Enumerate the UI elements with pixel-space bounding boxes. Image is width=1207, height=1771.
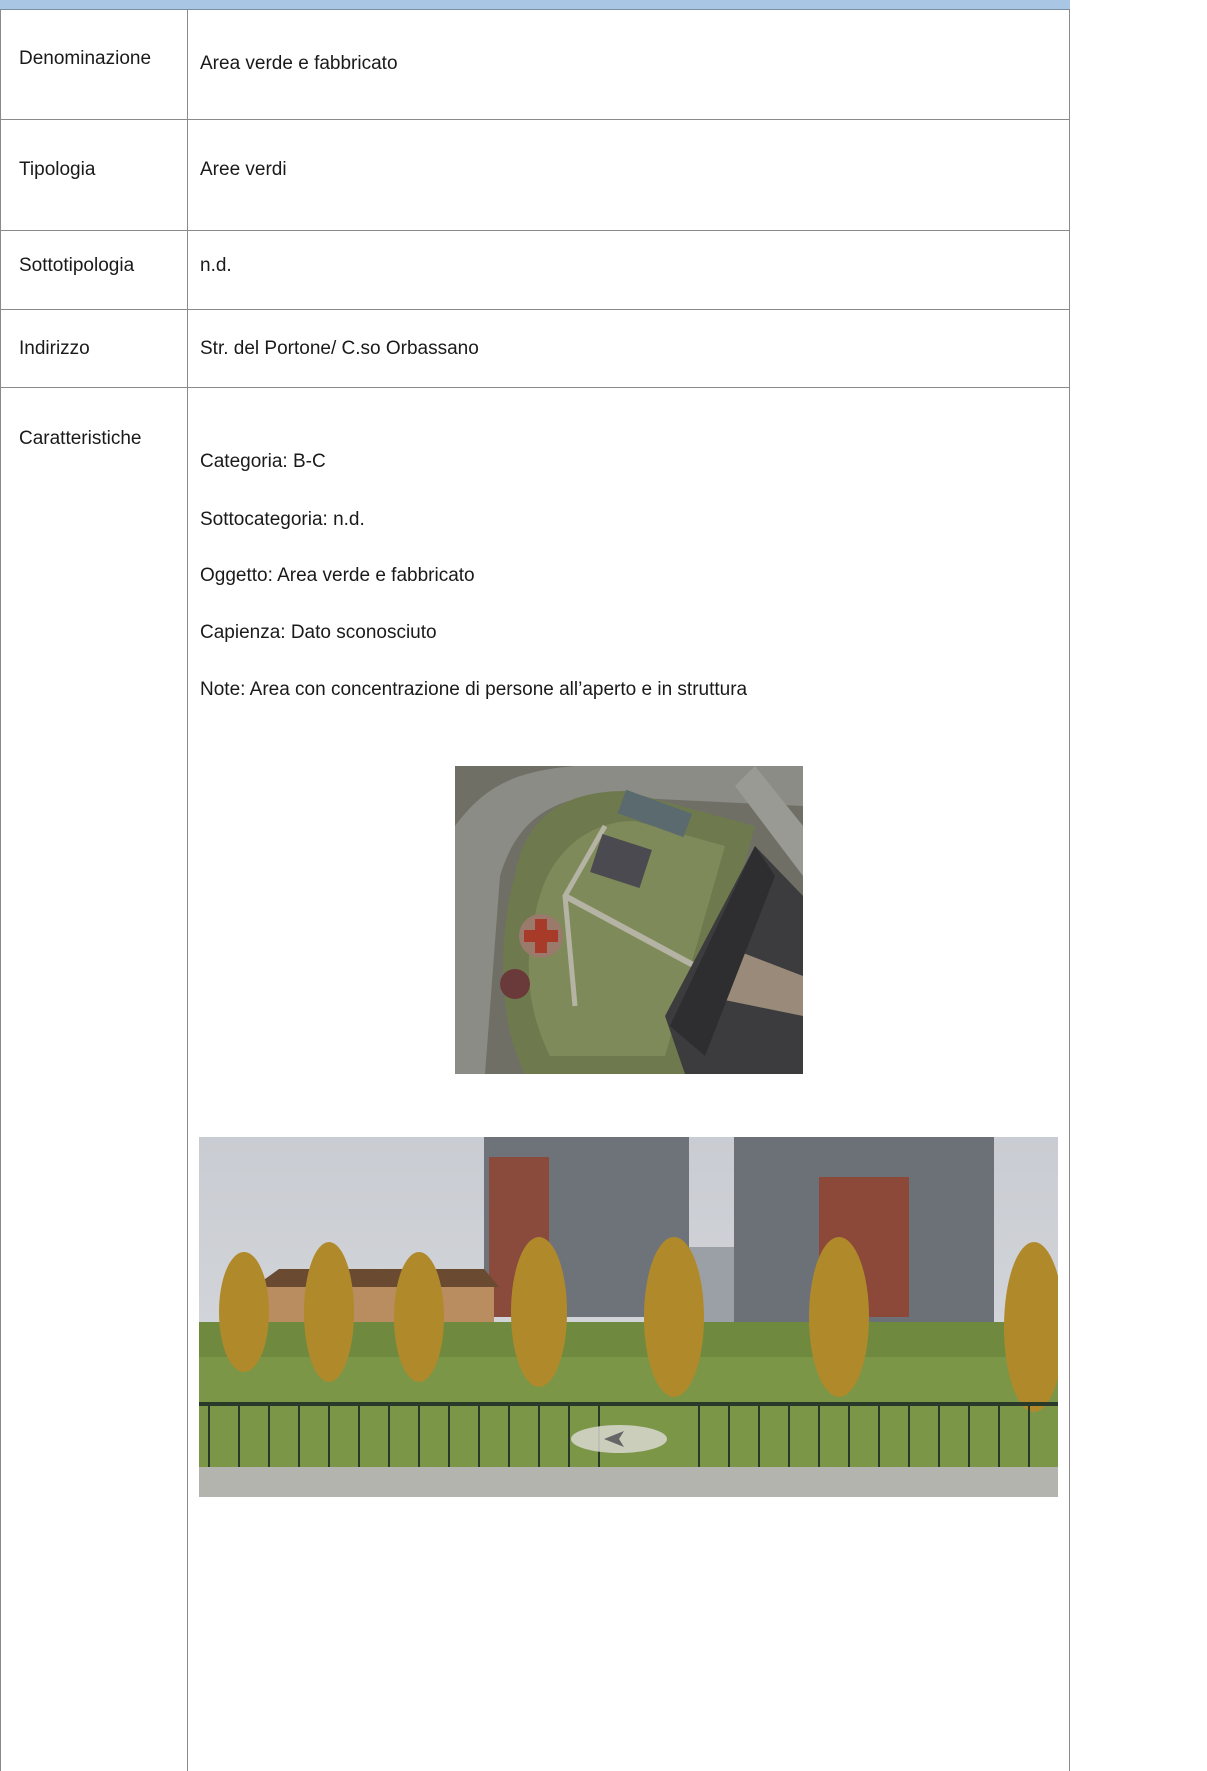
label-denominazione: Denominazione <box>19 48 152 69</box>
value-indirizzo: Str. del Portone/ C.so Orbassano <box>200 338 479 359</box>
label-sottotipologia: Sottotipologia <box>19 255 135 276</box>
value-denominazione: Area verde e fabbricato <box>200 53 398 74</box>
value-tipologia: Aree verdi <box>200 159 287 180</box>
row-divider <box>0 231 1070 310</box>
feature-sottocategoria: Sottocategoria: n.d. <box>200 509 365 530</box>
aerial-photo <box>455 766 803 1074</box>
value-sottotipologia: n.d. <box>200 255 232 276</box>
feature-categoria: Categoria: B-C <box>200 451 326 472</box>
street-view-photo <box>199 1137 1058 1497</box>
label-indirizzo: Indirizzo <box>19 338 90 359</box>
column-divider <box>187 9 188 1771</box>
feature-oggetto: Oggetto: Area verde e fabbricato <box>200 565 475 586</box>
label-tipologia: Tipologia <box>19 159 96 180</box>
row-divider <box>0 9 1070 120</box>
feature-note: Note: Area con concentrazione di persone… <box>200 679 748 700</box>
row-divider <box>0 120 1070 231</box>
feature-capienza: Capienza: Dato sconosciuto <box>200 622 437 643</box>
label-caratteristiche: Caratteristiche <box>19 428 142 449</box>
row-divider <box>0 310 1070 388</box>
